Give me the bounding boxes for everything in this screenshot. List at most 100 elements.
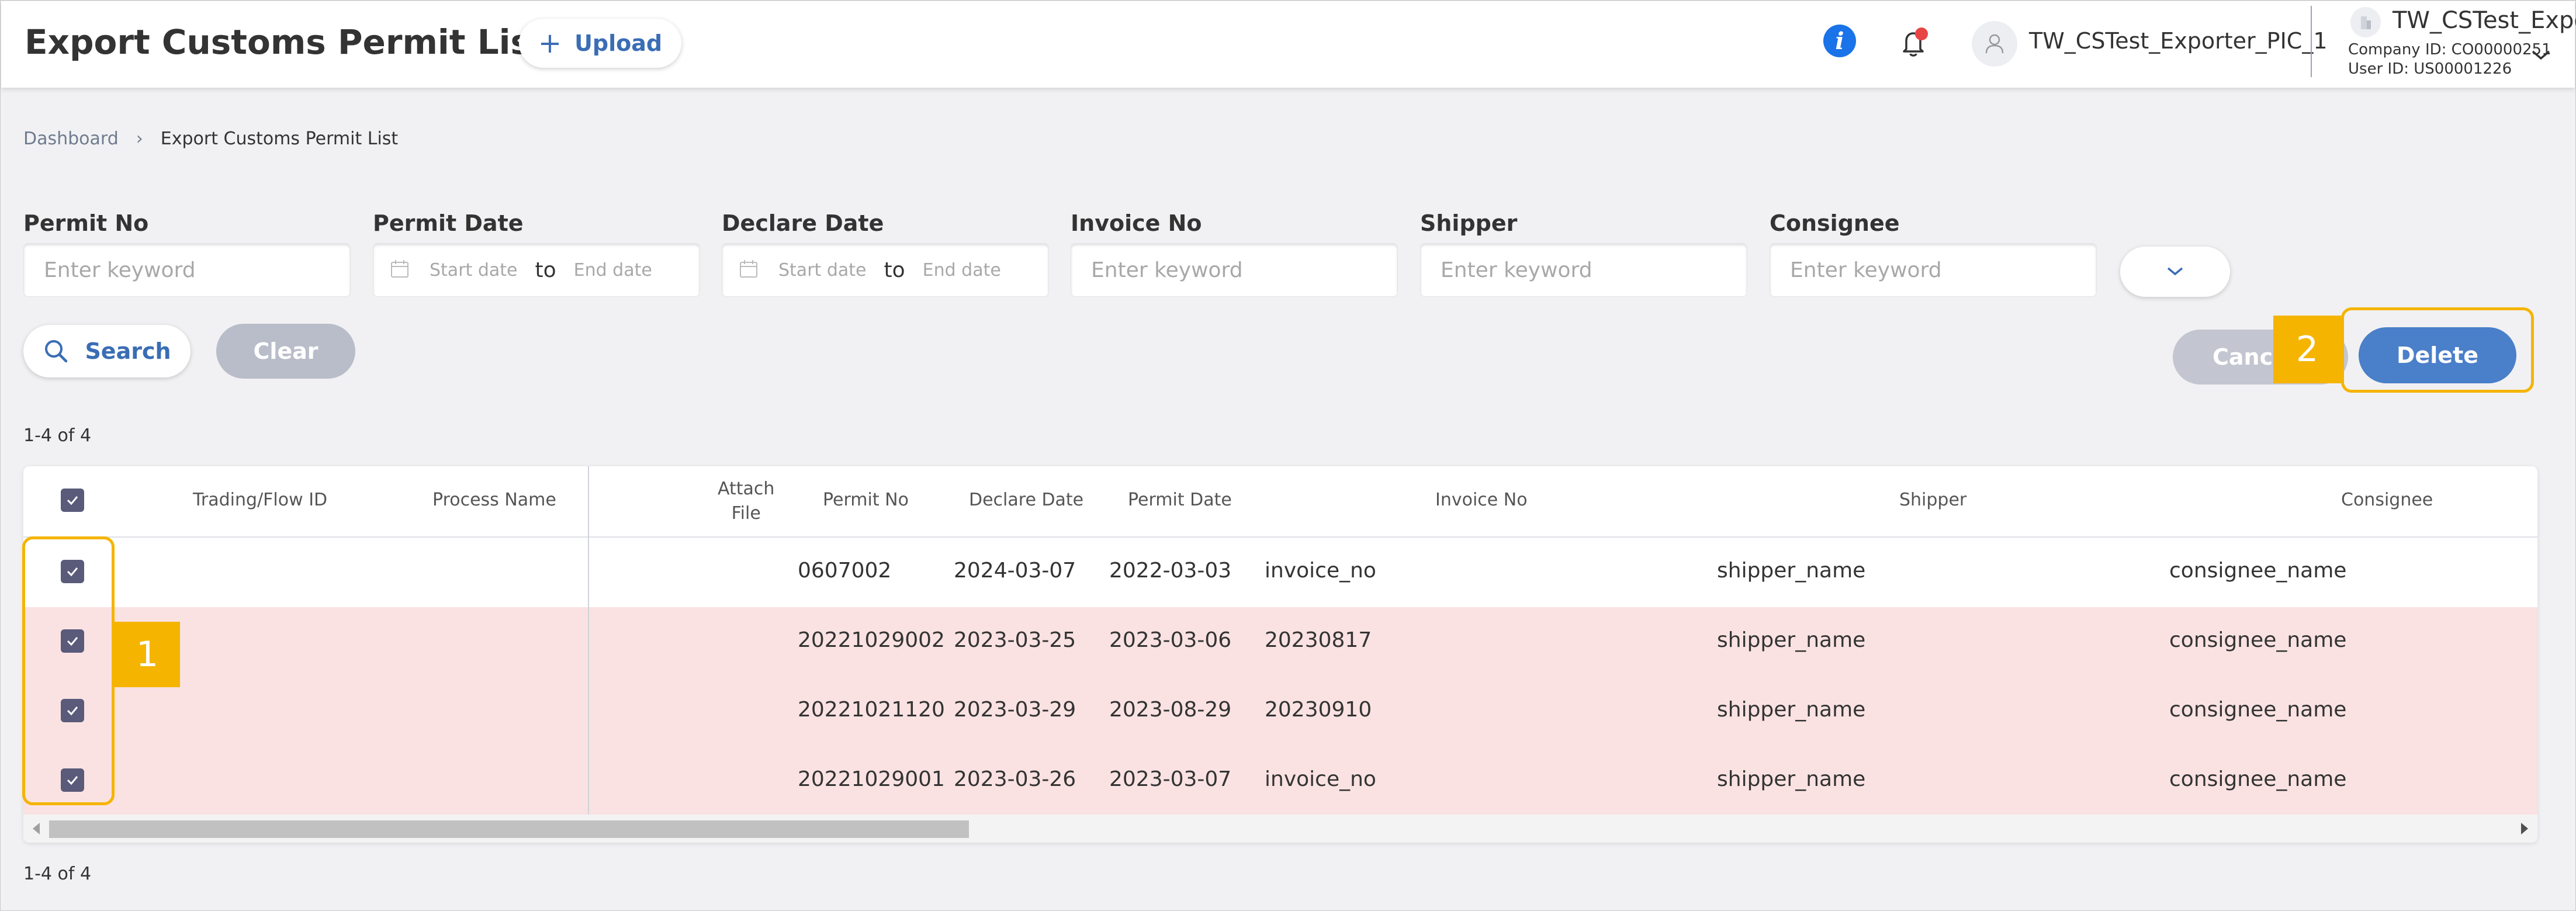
cell-declare-date: 2023-03-25 xyxy=(954,628,1076,652)
cell-shipper: shipper_name xyxy=(1717,698,1866,722)
consignee-input[interactable] xyxy=(1770,244,2096,296)
cell-permit-date: 2023-03-07 xyxy=(1109,767,1232,791)
breadcrumb-separator: › xyxy=(136,129,143,149)
cell-consignee: consignee_name xyxy=(2169,559,2347,583)
cell-shipper: shipper_name xyxy=(1717,559,1866,583)
company-id: Company ID: CO00000251 xyxy=(2348,41,2551,58)
breadcrumb-dashboard[interactable]: Dashboard xyxy=(23,129,119,149)
th-attach-file[interactable]: Attach File xyxy=(718,477,774,526)
result-count-bottom: 1-4 of 4 xyxy=(23,864,92,884)
clear-button[interactable]: Clear xyxy=(216,324,355,379)
th-permit-no[interactable]: Permit No xyxy=(823,490,909,510)
building-icon xyxy=(2350,7,2381,37)
permit-no-input[interactable] xyxy=(24,244,350,296)
checkmark-icon xyxy=(67,496,78,505)
cell-shipper: shipper_name xyxy=(1717,628,1866,652)
calendar-icon xyxy=(739,259,759,281)
avatar[interactable] xyxy=(1972,21,2017,67)
shipper-input[interactable] xyxy=(1421,244,1747,296)
th-declare-date[interactable]: Declare Date xyxy=(969,490,1083,510)
declare-date-range[interactable]: Start date to End date xyxy=(722,243,1049,297)
scroll-right-arrow-icon[interactable] xyxy=(2521,823,2528,834)
expand-filters-button[interactable] xyxy=(2120,247,2230,297)
header-divider xyxy=(2311,6,2312,77)
th-attach-file-line1: Attach xyxy=(718,479,775,499)
table-row[interactable]: 20221029001 2023-03-26 2023-03-07 invoic… xyxy=(23,746,2537,816)
invoice-no-label: Invoice No xyxy=(1071,210,1202,236)
permit-no-label: Permit No xyxy=(23,210,149,236)
search-label: Search xyxy=(85,338,171,364)
breadcrumb: Dashboard › Export Customs Permit List xyxy=(23,129,398,149)
cell-invoice-no: 20230817 xyxy=(1265,628,1372,652)
page-title: Export Customs Permit List xyxy=(25,22,547,62)
cell-invoice-no: invoice_no xyxy=(1265,559,1376,583)
invoice-no-input[interactable] xyxy=(1071,244,1397,296)
permit-date-end[interactable]: End date xyxy=(574,260,652,280)
consignee-label: Consignee xyxy=(1770,210,1900,236)
cell-permit-no: 20221029002 xyxy=(798,628,945,652)
notification-bell-icon[interactable] xyxy=(1895,23,1932,61)
plus-icon: + xyxy=(538,27,562,60)
declare-date-end[interactable]: End date xyxy=(923,260,1001,280)
chevron-down-icon xyxy=(2167,267,2183,276)
permit-date-start[interactable]: Start date xyxy=(430,260,517,280)
th-invoice-no[interactable]: Invoice No xyxy=(1435,490,1528,510)
cell-shipper: shipper_name xyxy=(1717,767,1866,791)
cell-permit-date: 2023-03-06 xyxy=(1109,628,1232,652)
th-attach-file-line2: File xyxy=(731,503,761,524)
delete-highlight xyxy=(2341,307,2534,393)
chevron-down-icon[interactable] xyxy=(2529,48,2553,64)
consignee-field[interactable] xyxy=(1770,243,2097,297)
th-permit-date[interactable]: Permit Date xyxy=(1128,490,1232,510)
th-process-name[interactable]: Process Name xyxy=(432,490,556,510)
search-button[interactable]: Search xyxy=(23,325,191,377)
cell-invoice-no: invoice_no xyxy=(1265,767,1376,791)
th-shipper[interactable]: Shipper xyxy=(1899,490,1966,510)
scroll-left-arrow-icon[interactable] xyxy=(33,823,40,834)
table-row[interactable]: 20221029002 2023-03-25 2023-03-06 202308… xyxy=(23,607,2537,677)
declare-date-to: to xyxy=(884,258,905,282)
cell-declare-date: 2023-03-29 xyxy=(954,698,1076,722)
user-name[interactable]: TW_CSTest_Exporter_PIC_1 xyxy=(2029,28,2328,54)
frozen-column-divider xyxy=(588,466,589,815)
invoice-no-field[interactable] xyxy=(1071,243,1398,297)
declare-date-start[interactable]: Start date xyxy=(778,260,866,280)
cell-consignee: consignee_name xyxy=(2169,767,2347,791)
th-consignee[interactable]: Consignee xyxy=(2341,490,2433,510)
permit-no-field[interactable] xyxy=(23,243,351,297)
search-icon xyxy=(45,340,68,363)
permit-date-label: Permit Date xyxy=(373,210,524,236)
permit-date-range[interactable]: Start date to End date xyxy=(373,243,700,297)
step-marker-1: 1 xyxy=(115,622,180,687)
permit-table: Trading/Flow ID Process Name Attach File… xyxy=(23,466,2537,843)
cell-consignee: consignee_name xyxy=(2169,698,2347,722)
cell-consignee: consignee_name xyxy=(2169,628,2347,652)
scrollbar-thumb[interactable] xyxy=(49,820,969,838)
breadcrumb-current: Export Customs Permit List xyxy=(160,129,399,149)
cell-permit-no: 0607002 xyxy=(798,559,892,583)
table-header: Trading/Flow ID Process Name Attach File… xyxy=(23,466,2537,538)
cell-permit-date: 2022-03-03 xyxy=(1109,559,1232,583)
shipper-label: Shipper xyxy=(1420,210,1518,236)
info-icon[interactable]: i xyxy=(1823,25,1856,57)
checkbox-highlight xyxy=(22,536,115,805)
th-trading-flow-id[interactable]: Trading/Flow ID xyxy=(193,490,327,510)
horizontal-scrollbar[interactable] xyxy=(23,815,2537,843)
permit-date-to: to xyxy=(535,258,556,282)
declare-date-label: Declare Date xyxy=(722,210,884,236)
table-row[interactable]: 0607002 2024-03-07 2022-03-03 invoice_no… xyxy=(23,538,2537,607)
result-count-top: 1-4 of 4 xyxy=(23,425,92,446)
select-all-checkbox[interactable] xyxy=(61,489,84,512)
upload-label: Upload xyxy=(574,30,663,56)
user-id: User ID: US00001226 xyxy=(2348,60,2512,78)
cell-declare-date: 2024-03-07 xyxy=(954,559,1076,583)
top-header: Export Customs Permit List + Upload i TW… xyxy=(1,1,2576,88)
shipper-field[interactable] xyxy=(1420,243,1747,297)
cell-permit-no: 20221029001 xyxy=(798,767,945,791)
calendar-icon xyxy=(390,259,410,281)
upload-button[interactable]: + Upload xyxy=(519,19,681,68)
cell-invoice-no: 20230910 xyxy=(1265,698,1372,722)
cell-permit-no: 20221021120 xyxy=(798,698,945,722)
company-name: TW_CSTest_Expo... xyxy=(2393,7,2576,34)
table-row[interactable]: 20221021120 2023-03-29 2023-08-29 202309… xyxy=(23,677,2537,746)
